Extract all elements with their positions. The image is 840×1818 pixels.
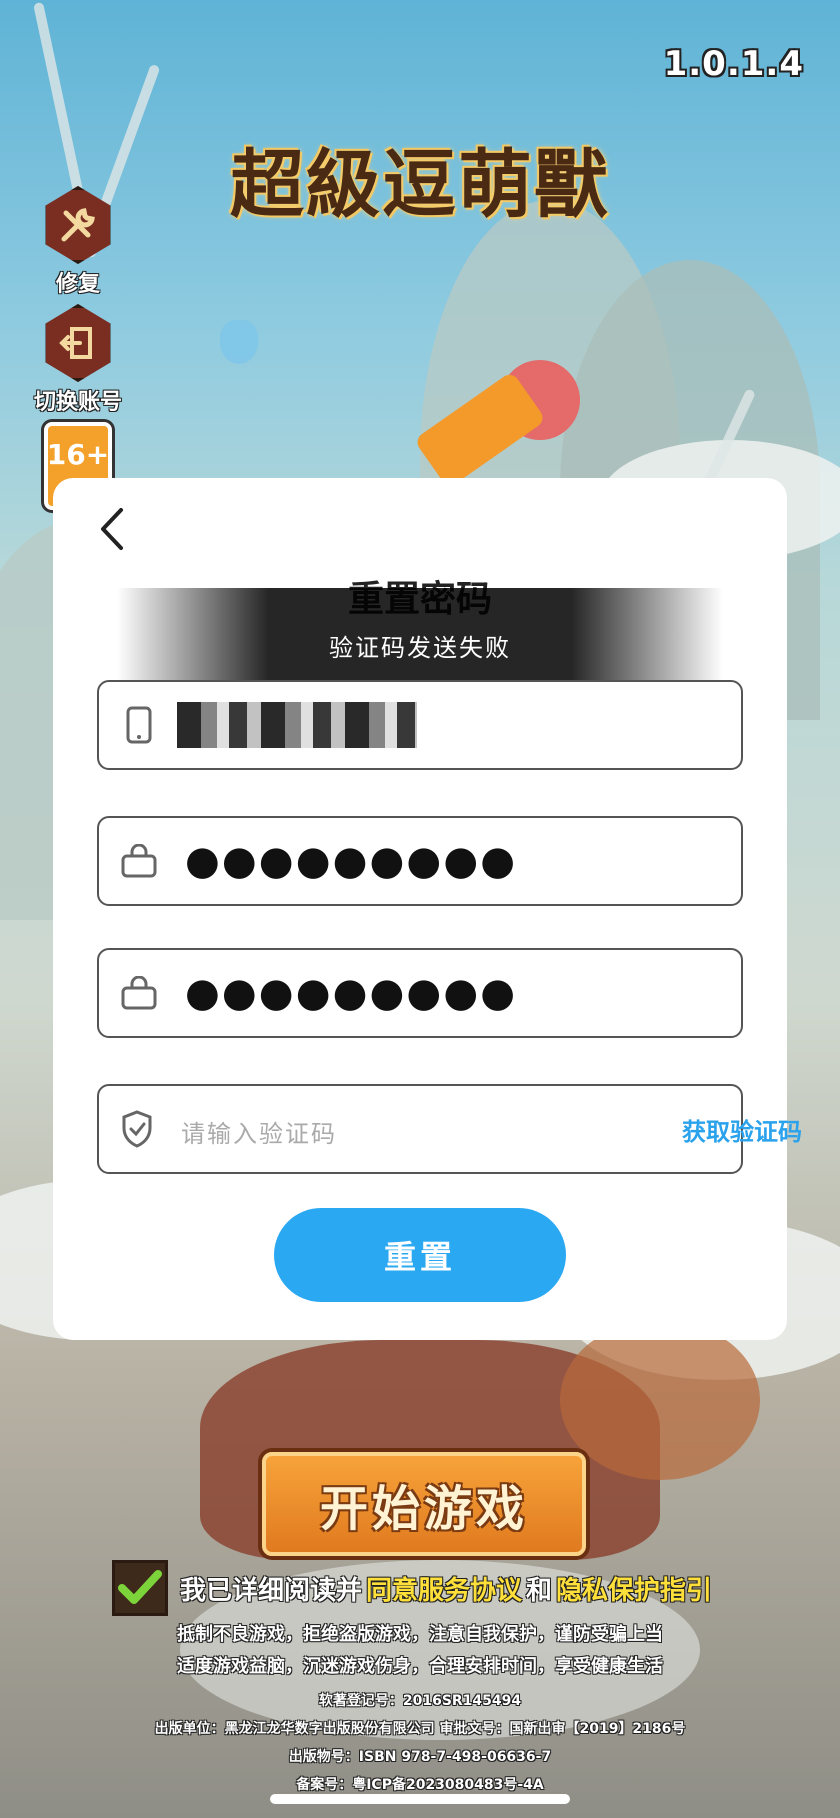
health-notice-line-2: 适度游戏益脑，沉迷游戏伤身，合理安排时间，享受健康生活 [177, 1656, 663, 1677]
icp-filing-number: 备案号：粤ICP备2023080483号-4A [296, 1777, 544, 1793]
lock-icon [121, 841, 157, 881]
publisher-info: 出版单位：黑龙江龙华数字出版股份有限公司 审批文号：国新出审【2019】2186… [154, 1721, 686, 1737]
confirm-password-input[interactable] [183, 962, 741, 1024]
isbn-number: 出版物号：ISBN 978-7-498-06636-7 [288, 1749, 552, 1765]
phone-icon [121, 705, 157, 745]
back-button[interactable] [89, 502, 133, 556]
version-label: 1.0.1.4 [663, 44, 804, 84]
agreement-checkbox[interactable] [112, 1560, 168, 1616]
get-code-button[interactable]: 获取验证码 [682, 1112, 802, 1147]
agreement-row: 我已详细阅读并 同意服务协议 和 隐私保护指引 [112, 1560, 712, 1616]
error-toast: 验证码发送失败 [117, 588, 723, 680]
chevron-left-icon [101, 508, 123, 550]
switch-account-label: 切换账号 [33, 390, 122, 415]
verification-code-input[interactable] [179, 1098, 682, 1160]
confirm-password-field[interactable] [97, 948, 743, 1038]
lock-icon [121, 973, 157, 1013]
game-logo: 超級逗萌獸 [210, 118, 630, 238]
start-game-button[interactable]: 开始游戏 [262, 1452, 586, 1556]
reset-button[interactable]: 重置 [274, 1208, 566, 1302]
redacted-phone-number [177, 702, 417, 748]
privacy-policy-link[interactable]: 隐私保护指引 [556, 1570, 712, 1607]
repair-label: 修复 [55, 272, 100, 297]
agreement-and: 和 [526, 1575, 553, 1606]
switch-account-button[interactable]: 切换账号 [32, 304, 124, 416]
new-password-field[interactable] [97, 816, 743, 906]
new-password-input[interactable] [183, 830, 741, 892]
start-game-label: 开始游戏 [319, 1481, 528, 1537]
phone-field[interactable] [97, 680, 743, 770]
health-notice-line-1: 抵制不良游戏，拒绝盗版游戏，注意自我保护，谨防受骗上当 [177, 1624, 663, 1645]
reset-password-dialog: 重置密码 验证码发送失败 获取验证码 重置 [53, 478, 802, 1340]
wrench-hammer-icon [45, 186, 111, 264]
shield-check-icon [121, 1109, 153, 1149]
checkmark-icon [118, 1570, 162, 1604]
service-agreement-link[interactable]: 同意服务协议 [366, 1570, 522, 1607]
repair-button[interactable]: 修复 [32, 186, 124, 298]
error-toast-text: 验证码发送失败 [329, 633, 511, 662]
exit-door-icon [45, 304, 111, 382]
home-indicator[interactable] [270, 1794, 570, 1804]
software-copyright-number: 软著登记号：2016SR145494 [318, 1693, 522, 1709]
verification-code-field[interactable]: 获取验证码 [97, 1084, 802, 1174]
agreement-prefix: 我已详细阅读并 [180, 1575, 363, 1606]
game-logo-text: 超級逗萌獸 [230, 141, 610, 228]
